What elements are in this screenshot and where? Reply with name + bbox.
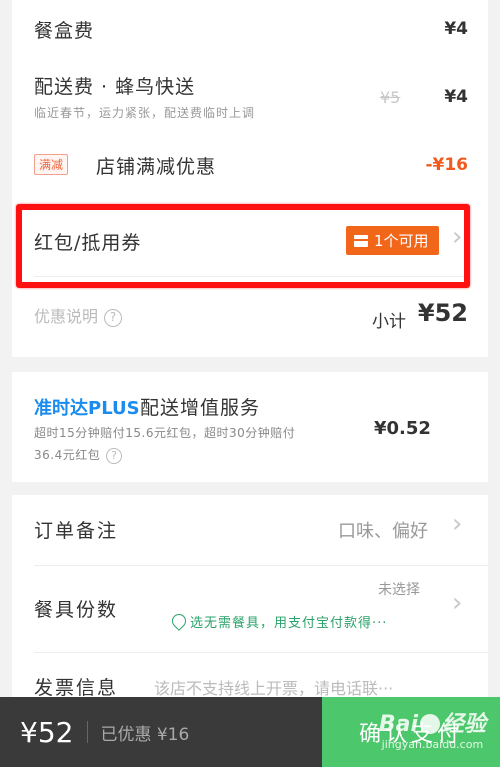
question-icon: ? xyxy=(104,308,123,327)
coupon-highlight-frame xyxy=(16,204,470,288)
box-fee-value: ¥4 xyxy=(444,19,468,39)
delivery-fee-value: ¥4 xyxy=(444,87,468,107)
watermark-url: jingyan.baidu.com xyxy=(381,738,484,751)
invoice-hint: 该店不支持线上开票，请电话联··· xyxy=(154,679,394,698)
plus-note-line1: 超时15分钟赔付15.6元红包，超时30分钟赔付 xyxy=(34,426,296,440)
leaf-icon xyxy=(169,611,189,631)
discount-value: -¥16 xyxy=(425,155,468,175)
discount-tag: 满减 xyxy=(34,154,69,175)
delivery-fee-label: 配送费 · 蜂鸟快送 xyxy=(34,76,196,98)
plus-price: ¥0.52 xyxy=(374,418,431,439)
plus-note-line2-wrap: 36.4元红包? xyxy=(34,446,123,464)
tableware-promo: 选无需餐具，用支付宝付款得··· xyxy=(169,611,388,631)
delivery-fee-note: 临近春节，运力紧张，配送费临时上调 xyxy=(34,106,256,120)
paw-icon xyxy=(419,714,440,734)
tableware-label: 餐具份数 xyxy=(34,599,119,621)
invoice-label: 发票信息 xyxy=(34,677,119,699)
checkout-summary: ¥52 已优惠 ¥16 xyxy=(0,697,322,767)
discount-label: 店铺满减优惠 xyxy=(96,156,217,178)
remark-row[interactable]: 订单备注 口味、偏好 › xyxy=(12,495,488,565)
discount-info-label: 优惠说明 xyxy=(34,307,99,326)
checkout-total: ¥52 xyxy=(20,715,74,749)
question-icon: ? xyxy=(106,447,123,464)
remark-chevron-icon: › xyxy=(452,509,463,539)
watermark-logo: Bai 经验 xyxy=(379,706,486,738)
tableware-row[interactable]: 餐具份数 未选择 选无需餐具，用支付宝付款得··· › xyxy=(12,566,488,652)
subtotal-value: ¥52 xyxy=(417,299,468,327)
plus-brand: 准时达PLUS xyxy=(34,398,140,419)
subtotal-label: 小计 xyxy=(372,312,406,332)
watermark-logo-right: 经验 xyxy=(441,712,486,737)
plus-service-card[interactable]: 准时达PLUS 配送增值服务 超时15分钟赔付15.6元红包，超时30分钟赔付 … xyxy=(12,372,488,482)
tableware-status: 未选择 xyxy=(378,582,420,598)
delivery-original-price: ¥5 xyxy=(380,88,401,107)
remark-hint: 口味、偏好 xyxy=(338,521,428,542)
checkout-separator xyxy=(87,721,89,743)
baidu-watermark: Bai 经验 jingyan.baidu.com xyxy=(379,706,486,751)
remark-label: 订单备注 xyxy=(34,520,119,542)
plus-note-line2: 36.4元红包 xyxy=(34,448,101,462)
tableware-chevron-icon: › xyxy=(452,588,463,618)
box-fee-label: 餐盒费 xyxy=(34,20,95,42)
tableware-promo-text: 选无需餐具，用支付宝付款得··· xyxy=(190,616,388,631)
fee-card: 餐盒费 ¥4 配送费 · 蜂鸟快送 临近春节，运力紧张，配送费临时上调 ¥5 ¥… xyxy=(12,0,488,357)
checkout-discounted: 已优惠 ¥16 xyxy=(100,724,190,745)
discount-info-link[interactable]: 优惠说明? xyxy=(34,303,123,327)
plus-title: 配送增值服务 xyxy=(140,397,261,419)
watermark-logo-left: Bai xyxy=(378,712,418,737)
